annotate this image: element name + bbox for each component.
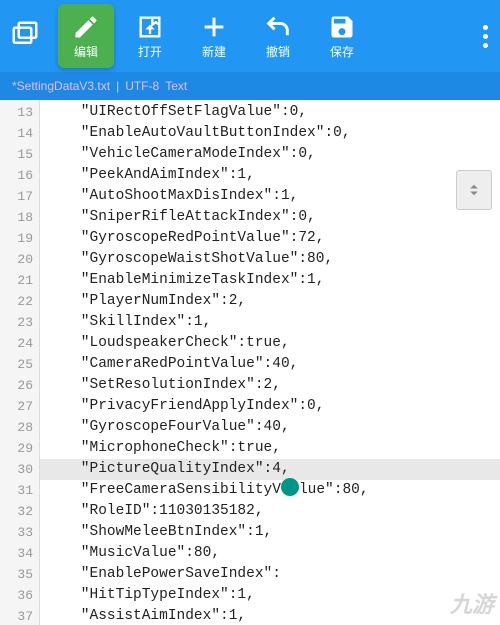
new-button[interactable]: 新建: [186, 4, 242, 68]
line-number: 21: [0, 270, 39, 291]
editor[interactable]: 1314151617181920212223242526272829303132…: [0, 100, 500, 625]
code-line[interactable]: "HitTipTypeIndex":1,: [40, 585, 500, 606]
tab-filetype: Text: [165, 79, 187, 93]
code-line[interactable]: "EnableAutoVaultButtonIndex":0,: [40, 123, 500, 144]
code-line[interactable]: "LoudspeakerCheck":true,: [40, 333, 500, 354]
code-line[interactable]: "UIRectOffSetFlagValue":0,: [40, 102, 500, 123]
gutter: 1314151617181920212223242526272829303132…: [0, 100, 40, 625]
code-line[interactable]: "AutoShootMaxDisIndex":1,: [40, 186, 500, 207]
toolbar: 编辑 打开 新建 撤销 保存: [0, 0, 500, 72]
line-number: 29: [0, 438, 39, 459]
code-line[interactable]: "PeekAndAimIndex":1,: [40, 165, 500, 186]
line-number: 20: [0, 249, 39, 270]
line-number: 16: [0, 165, 39, 186]
undo-label: 撤销: [266, 43, 290, 60]
code-line[interactable]: "VehicleCameraModeIndex":0,: [40, 144, 500, 165]
line-number: 18: [0, 207, 39, 228]
edit-button[interactable]: 编辑: [58, 4, 114, 68]
code-line[interactable]: "EnableMinimizeTaskIndex":1,: [40, 270, 500, 291]
menu-icon[interactable]: [483, 25, 488, 48]
tab-separator: |: [116, 79, 119, 93]
code-line[interactable]: "SniperRifleAttackIndex":0,: [40, 207, 500, 228]
line-number: 22: [0, 291, 39, 312]
save-button[interactable]: 保存: [314, 4, 370, 68]
code-line[interactable]: "RoleID":11030135182,: [40, 501, 500, 522]
line-number: 37: [0, 606, 39, 625]
line-number: 27: [0, 396, 39, 417]
watermark: 九游: [450, 587, 494, 619]
line-number: 36: [0, 585, 39, 606]
code-line[interactable]: "ShowMeleeBtnIndex":1,: [40, 522, 500, 543]
edit-label: 编辑: [74, 43, 98, 60]
new-label: 新建: [202, 43, 226, 60]
code-line[interactable]: "PrivacyFriendApplyIndex":0,: [40, 396, 500, 417]
line-number: 15: [0, 144, 39, 165]
code-line[interactable]: "MusicValue":80,: [40, 543, 500, 564]
open-label: 打开: [138, 43, 162, 60]
code-line[interactable]: "EnablePowerSaveIndex":: [40, 564, 500, 585]
line-number: 26: [0, 375, 39, 396]
cursor-icon: [281, 478, 299, 496]
line-number: 35: [0, 564, 39, 585]
tab-encoding: UTF-8: [125, 79, 159, 93]
line-number: 30: [0, 459, 39, 480]
line-number: 23: [0, 312, 39, 333]
line-number: 32: [0, 501, 39, 522]
code-line[interactable]: "CameraRedPointValue":40,: [40, 354, 500, 375]
line-number: 31: [0, 480, 39, 501]
tab-filename[interactable]: *SettingDataV3.txt: [12, 79, 110, 93]
scroll-handle[interactable]: [456, 170, 492, 210]
code-line[interactable]: "GyroscopeFourValue":40,: [40, 417, 500, 438]
open-button[interactable]: 打开: [122, 4, 178, 68]
code-line[interactable]: "FreeCameraSensibilityVlue":80,: [40, 480, 500, 501]
line-number: 14: [0, 123, 39, 144]
code-line[interactable]: "PlayerNumIndex":2,: [40, 291, 500, 312]
save-label: 保存: [330, 43, 354, 60]
line-number: 25: [0, 354, 39, 375]
code-line[interactable]: "MicrophoneCheck":true,: [40, 438, 500, 459]
code-line[interactable]: "SkillIndex":1,: [40, 312, 500, 333]
code-line[interactable]: "AssistAimIndex":1,: [40, 606, 500, 625]
tab-bar: *SettingDataV3.txt | UTF-8 Text: [0, 72, 500, 100]
line-number: 34: [0, 543, 39, 564]
code-line[interactable]: "GyroscopeRedPointValue":72,: [40, 228, 500, 249]
code-area[interactable]: "UIRectOffSetFlagValue":0, "EnableAutoVa…: [40, 100, 500, 625]
tabs-icon[interactable]: [10, 19, 40, 54]
line-number: 33: [0, 522, 39, 543]
line-number: 19: [0, 228, 39, 249]
line-number: 24: [0, 333, 39, 354]
code-line[interactable]: "SetResolutionIndex":2,: [40, 375, 500, 396]
line-number: 28: [0, 417, 39, 438]
undo-button[interactable]: 撤销: [250, 4, 306, 68]
code-line[interactable]: "PictureQualityIndex":4,: [40, 459, 500, 480]
line-number: 17: [0, 186, 39, 207]
line-number: 13: [0, 102, 39, 123]
code-line[interactable]: "GyroscopeWaistShotValue":80,: [40, 249, 500, 270]
